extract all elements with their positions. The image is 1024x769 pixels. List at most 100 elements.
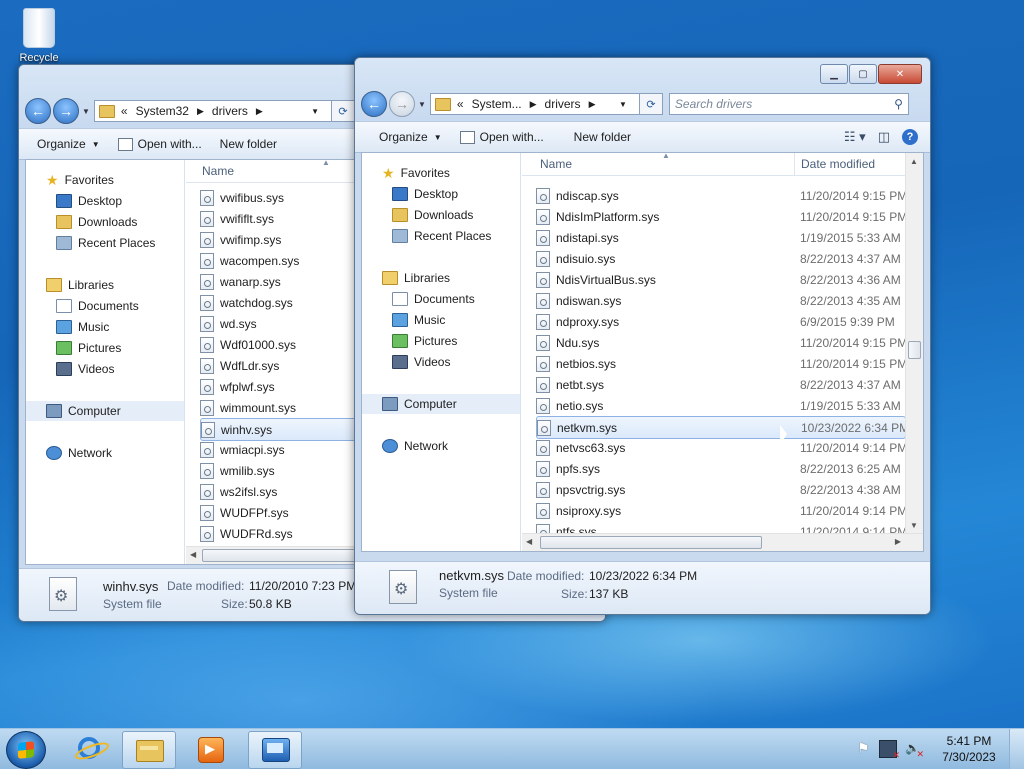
taskbar-internet-explorer[interactable]	[64, 731, 116, 767]
open-with-button[interactable]: Open with...	[459, 130, 544, 144]
table-row[interactable]: winhv.sys	[200, 418, 372, 441]
table-row[interactable]: wmilib.sys	[200, 460, 370, 481]
table-row[interactable]: watchdog.sys	[200, 292, 370, 313]
table-row[interactable]: NdisImPlatform.sys 11/20/2014 9:15 PM	[536, 206, 907, 227]
table-row[interactable]: netio.sys 1/19/2015 5:33 AM	[536, 395, 904, 416]
scroll-thumb[interactable]	[908, 341, 921, 359]
scroll-up-icon[interactable]: ▲	[910, 157, 918, 166]
table-row[interactable]: netbt.sys 8/22/2013 4:37 AM	[536, 374, 904, 395]
change-view-icon[interactable]: ☷ ▾	[844, 129, 866, 145]
table-row[interactable]: WUDFRd.sys	[200, 523, 370, 544]
scroll-down-icon[interactable]: ▼	[910, 521, 918, 530]
table-row[interactable]: wd.sys	[200, 313, 370, 334]
open-with-button[interactable]: Open with...	[117, 137, 202, 151]
chevron-right-icon[interactable]: ▶	[530, 99, 537, 110]
nav-videos[interactable]: Videos	[56, 359, 114, 379]
nav-recent-places[interactable]: Recent Places	[392, 226, 491, 246]
chevron-right-icon[interactable]: ▶	[589, 99, 596, 110]
history-dropdown-icon[interactable]: ▼	[82, 107, 90, 116]
nav-network[interactable]: Network	[46, 443, 112, 463]
nav-desktop[interactable]: Desktop	[392, 184, 458, 204]
table-row[interactable]: wmiacpi.sys	[200, 439, 370, 460]
explorer-window-front[interactable]: ▁ ▢ ✕ ← → ▼ « System... ▶ drivers ▶ ▼ ⟳ …	[354, 57, 931, 615]
forward-button[interactable]: →	[53, 98, 79, 124]
table-row[interactable]: WdfLdr.sys	[200, 355, 370, 376]
table-row[interactable]: ndiswan.sys 8/22/2013 4:35 AM	[536, 290, 904, 311]
refresh-button[interactable]: ⟳	[639, 93, 663, 115]
action-center-flag-icon[interactable]	[855, 740, 871, 757]
table-row[interactable]: ws2ifsl.sys	[200, 481, 370, 502]
clock[interactable]: 5:41 PM 7/30/2023	[929, 733, 1009, 765]
nav-favorites[interactable]: ★ Favorites	[382, 163, 450, 183]
table-row[interactable]: netvsc63.sys 11/20/2014 9:14 PM	[536, 437, 907, 458]
table-row[interactable]: ndisuio.sys 8/22/2013 4:37 AM	[536, 248, 904, 269]
organize-button[interactable]: Organize ▼	[379, 130, 442, 144]
nav-recent-places[interactable]: Recent Places	[56, 233, 155, 253]
history-dropdown-icon[interactable]: ▼	[418, 100, 426, 109]
nav-computer[interactable]: Computer	[26, 401, 184, 421]
breadcrumb-system32[interactable]: System32	[136, 104, 189, 118]
address-bar[interactable]: « System... ▶ drivers ▶ ▼	[429, 93, 640, 115]
chevron-right-icon[interactable]: ▶	[197, 106, 204, 117]
table-row[interactable]: wacompen.sys	[200, 250, 370, 271]
table-row[interactable]: netkvm.sys 10/23/2022 6:34 PM	[536, 416, 909, 439]
search-icon[interactable]: ⚲	[894, 97, 903, 111]
taskbar-remote-desktop[interactable]	[248, 731, 302, 769]
close-button[interactable]: ✕	[878, 64, 922, 84]
breadcrumb-drivers[interactable]: drivers	[545, 97, 581, 111]
breadcrumb-drivers[interactable]: drivers	[212, 104, 248, 118]
new-folder-button[interactable]: New folder	[574, 130, 631, 144]
address-bar[interactable]: « System32 ▶ drivers ▶ ▼	[93, 100, 332, 122]
new-folder-button[interactable]: New folder	[220, 137, 277, 151]
nav-pictures[interactable]: Pictures	[56, 338, 121, 358]
nav-music[interactable]: Music	[56, 317, 109, 337]
table-row[interactable]: wimmount.sys	[200, 397, 370, 418]
table-row[interactable]: NdisVirtualBus.sys 8/22/2013 4:36 AM	[536, 269, 904, 290]
nav-desktop[interactable]: Desktop	[56, 191, 122, 211]
table-row[interactable]: ndiscap.sys 11/20/2014 9:15 PM	[536, 185, 907, 206]
refresh-button[interactable]: ⟳	[332, 100, 355, 122]
nav-videos[interactable]: Videos	[392, 352, 450, 372]
table-row[interactable]: vwifimp.sys	[200, 229, 370, 250]
nav-downloads[interactable]: Downloads	[392, 205, 473, 225]
table-row[interactable]: vwififlt.sys	[200, 208, 370, 229]
nav-libraries[interactable]: Libraries	[46, 275, 114, 295]
scroll-right-icon[interactable]: ▶	[895, 537, 901, 546]
horizontal-scrollbar[interactable]: ◀ ▶	[522, 533, 923, 551]
taskbar-windows-explorer[interactable]	[122, 731, 176, 769]
volume-muted-icon[interactable]	[905, 741, 924, 760]
back-button[interactable]: ←	[25, 98, 51, 124]
show-desktop-button[interactable]	[1009, 729, 1024, 769]
nav-documents[interactable]: Documents	[392, 289, 475, 309]
chevron-right-icon[interactable]: ▶	[256, 106, 263, 117]
table-row[interactable]: Ndu.sys 11/20/2014 9:15 PM	[536, 332, 907, 353]
scroll-thumb[interactable]	[540, 536, 762, 549]
column-header-date-modified[interactable]: Date modified	[794, 153, 875, 175]
search-input[interactable]: Search drivers ⚲	[668, 93, 909, 115]
nav-documents[interactable]: Documents	[56, 296, 139, 316]
table-row[interactable]: wanarp.sys	[200, 271, 370, 292]
table-row[interactable]: nsiproxy.sys 11/20/2014 9:14 PM	[536, 500, 907, 521]
nav-libraries[interactable]: Libraries	[382, 268, 450, 288]
maximize-button[interactable]: ▢	[849, 64, 877, 84]
scroll-left-icon[interactable]: ◀	[190, 550, 196, 559]
minimize-button[interactable]: ▁	[820, 64, 848, 84]
nav-music[interactable]: Music	[392, 310, 445, 330]
table-row[interactable]: WUDFPf.sys	[200, 502, 370, 523]
table-row[interactable]: vwifibus.sys	[200, 187, 370, 208]
scroll-left-icon[interactable]: ◀	[526, 537, 532, 546]
help-icon[interactable]: ?	[902, 129, 918, 145]
table-row[interactable]: wfplwf.sys	[200, 376, 370, 397]
organize-button[interactable]: Organize ▼	[37, 137, 100, 151]
network-disconnected-icon[interactable]	[879, 740, 900, 761]
column-header-name[interactable]: Name	[202, 164, 234, 178]
nav-pictures[interactable]: Pictures	[392, 331, 457, 351]
forward-button[interactable]: →	[389, 91, 415, 117]
nav-downloads[interactable]: Downloads	[56, 212, 137, 232]
table-row[interactable]: netbios.sys 11/20/2014 9:15 PM	[536, 353, 907, 374]
chevron-down-icon[interactable]: ▼	[311, 107, 319, 116]
taskbar-media-player[interactable]	[184, 731, 236, 767]
table-row[interactable]: ndproxy.sys 6/9/2015 9:39 PM	[536, 311, 904, 332]
start-button[interactable]	[6, 731, 46, 769]
column-header-name[interactable]: Name	[540, 157, 572, 171]
